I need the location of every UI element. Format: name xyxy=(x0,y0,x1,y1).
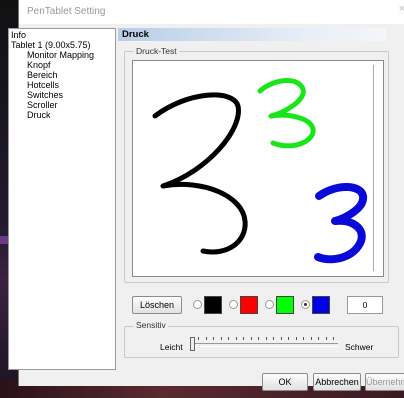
sensitivity-min-label: Leicht xyxy=(160,342,183,352)
window-title: PenTablet Setting xyxy=(27,6,106,17)
pressure-test-legend: Druck-Test xyxy=(134,46,179,56)
slider-tick xyxy=(258,337,259,340)
color-radio-red[interactable] xyxy=(229,300,238,309)
tree-item-druck[interactable]: Druck xyxy=(27,110,51,120)
slider-tick xyxy=(325,337,327,340)
slider-tick xyxy=(295,337,297,340)
slider-tick xyxy=(265,337,267,340)
tree-item-scroller[interactable]: Scroller xyxy=(27,100,58,110)
tree-item-knopf[interactable]: Knopf xyxy=(27,60,51,70)
clear-button[interactable]: Löschen xyxy=(132,296,182,314)
slider-tick xyxy=(198,337,199,340)
slider-tick xyxy=(235,337,237,340)
page-header: Druck xyxy=(118,28,386,41)
slider-tick xyxy=(310,337,312,340)
green-stroke xyxy=(257,78,316,149)
slider-tick xyxy=(220,337,222,340)
cancel-button[interactable]: Abbrechen xyxy=(313,373,361,391)
tree-item-tablet[interactable]: Tablet 1 (9.00x5.75) xyxy=(11,40,91,50)
tree-item-switches[interactable]: Switches xyxy=(27,90,63,100)
slider-tick xyxy=(250,337,252,340)
tree-item-info[interactable]: Info xyxy=(11,30,26,40)
tree-item-bereich[interactable]: Bereich xyxy=(27,70,58,80)
slider-tick xyxy=(303,337,304,340)
page-title: Druck xyxy=(122,29,149,40)
close-icon[interactable]: × xyxy=(399,3,404,15)
color-radio-green[interactable] xyxy=(265,300,274,309)
slider-tick xyxy=(213,337,214,340)
slider-tick xyxy=(228,337,229,340)
slider-tick xyxy=(318,337,319,340)
color-swatch-blue[interactable] xyxy=(312,296,330,314)
slider-tick xyxy=(243,337,244,340)
drawing-canvas[interactable] xyxy=(132,60,384,277)
canvas-scrollbar[interactable] xyxy=(373,65,380,271)
slider-tick xyxy=(333,337,334,340)
blue-stroke xyxy=(314,183,367,264)
sensitivity-slider-track[interactable] xyxy=(190,343,338,347)
slider-tick xyxy=(288,337,289,340)
title-bar[interactable]: PenTablet Setting × xyxy=(19,0,404,24)
pen-strokes xyxy=(152,78,367,264)
color-radio-blue[interactable] xyxy=(301,300,310,309)
color-radio-black[interactable] xyxy=(193,300,202,309)
slider-tick xyxy=(205,337,207,340)
slider-tick xyxy=(273,337,274,340)
color-swatch-green[interactable] xyxy=(276,296,294,314)
sensitivity-slider-thumb[interactable] xyxy=(190,337,195,351)
apply-button[interactable]: Übernehmen xyxy=(365,373,404,391)
color-swatch-black[interactable] xyxy=(204,296,222,314)
black-stroke xyxy=(152,92,248,255)
sensitivity-legend: Sensitiv xyxy=(134,320,168,330)
sensitivity-max-label: Schwer xyxy=(345,342,374,352)
ok-button[interactable]: OK xyxy=(262,373,308,391)
pressure-value: 0 xyxy=(347,296,383,314)
slider-tick xyxy=(280,337,282,340)
color-swatch-red[interactable] xyxy=(240,296,258,314)
tree-item-monitor-mapping[interactable]: Monitor Mapping xyxy=(27,50,94,60)
tree-item-hotcells[interactable]: Hotcells xyxy=(27,80,59,90)
settings-tree: Info Tablet 1 (9.00x5.75) Monitor Mappin… xyxy=(8,28,116,370)
